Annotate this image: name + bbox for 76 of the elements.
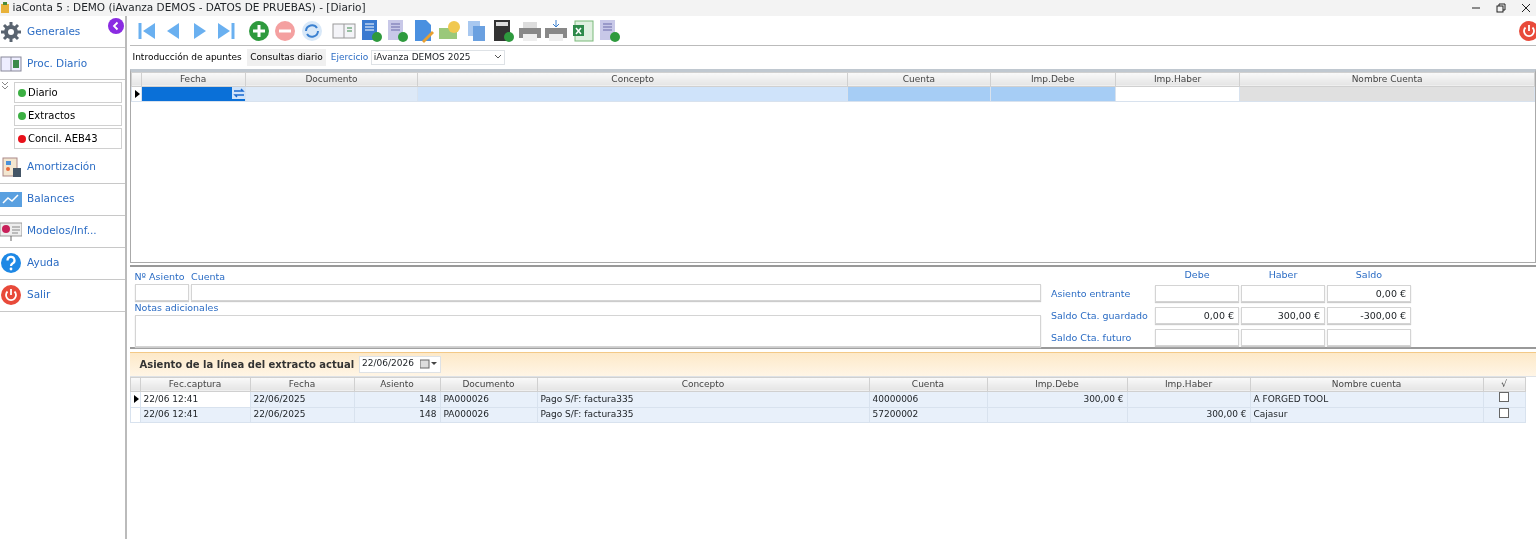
row-pointer-icon <box>133 395 139 403</box>
column-header: Debe <box>1183 270 1211 281</box>
amount-field: -300,00 € <box>1327 307 1411 325</box>
tab[interactable]: Consultas diario <box>247 48 326 66</box>
column-header: √ <box>1483 377 1525 392</box>
dropdown-icon <box>493 54 502 61</box>
column-header: Haber <box>1267 270 1299 281</box>
restore-icon[interactable] <box>1496 3 1506 13</box>
exit-item[interactable]: Salir <box>0 279 125 312</box>
sidebar-item[interactable]: Balances <box>0 183 125 216</box>
sidebar-subitem[interactable]: Extractos <box>14 105 122 126</box>
column-header: Fec.captura <box>140 377 250 392</box>
column-header: Cuenta <box>847 72 991 87</box>
row-label: Saldo Cta. guardado <box>1051 308 1149 323</box>
column-header: Documento <box>245 72 418 87</box>
row-label: Asiento entrante <box>1051 286 1132 301</box>
column-header: Documento <box>440 377 537 392</box>
printer-icon[interactable] <box>544 18 568 43</box>
table-row[interactable]: 22/06 12:41 22/06/2025 148 PA000026 Pago S/F: factura335 40000006 300,00 € A FORGED TOOL <box>130 391 1525 407</box>
close-icon[interactable] <box>1521 3 1531 13</box>
row-label: Saldo Cta. futuro <box>1051 330 1133 345</box>
column-header: Concepto <box>417 72 848 87</box>
sidebar-item[interactable]: Ayuda <box>0 247 125 280</box>
collapse-button[interactable] <box>108 18 124 34</box>
refresh-icon[interactable] <box>299 18 324 43</box>
checkbox[interactable] <box>1499 392 1509 402</box>
column-header: Nombre Cuenta <box>1239 72 1535 87</box>
column-header: Cuenta <box>869 377 987 392</box>
field-label: Ejercicio <box>330 50 369 64</box>
field-label: Cuenta <box>191 269 227 284</box>
date-field[interactable]: 22/06/2026 <box>359 355 442 373</box>
column-header: Fecha <box>250 377 354 392</box>
section-title: Asiento de la línea del extracto actual <box>139 357 355 372</box>
amount-field: 300,00 € <box>1241 307 1325 325</box>
column-header: Imp.Haber <box>1127 377 1250 392</box>
list-add-icon[interactable] <box>597 18 621 43</box>
exercise-select[interactable]: iAvanza DEMOS 2025 <box>370 49 505 65</box>
sidebar-item[interactable]: Proc. Diario <box>0 48 125 80</box>
presentation-icon <box>0 220 22 242</box>
entry-number-field[interactable] <box>134 283 189 301</box>
account-field[interactable] <box>191 283 1041 301</box>
help-icon <box>0 252 22 274</box>
column-header: Imp.Debe <box>990 72 1116 87</box>
app-icon <box>0 2 10 14</box>
gear-icon <box>0 20 22 43</box>
swap-icon[interactable] <box>231 87 245 99</box>
sidebar-subitem[interactable]: Diario <box>14 82 122 103</box>
sidebar-subitem[interactable]: Concil. AEB43 <box>14 128 122 149</box>
column-header: Nombre cuenta <box>1250 377 1483 392</box>
spreadsheet-icon[interactable] <box>570 18 595 43</box>
amount-field: 0,00 € <box>1155 307 1239 325</box>
calculator-icon <box>0 156 22 178</box>
remove-icon[interactable] <box>273 18 297 43</box>
column-header: Fecha <box>141 72 246 87</box>
field-label: Nº Asiento <box>134 269 186 284</box>
power-icon[interactable] <box>1518 19 1536 42</box>
column-header: Imp.Debe <box>987 377 1127 392</box>
power-icon <box>0 284 22 306</box>
table-row[interactable]: 22/06 12:41 22/06/2025 148 PA000026 Pago S/F: factura335 57200002 300,00 € Cajasur <box>130 407 1525 423</box>
sidebar-item[interactable]: Generales <box>0 16 125 48</box>
checkbox[interactable] <box>1499 407 1509 418</box>
notes-field[interactable] <box>134 315 1041 347</box>
sidebar-item[interactable]: Amortización <box>0 151 125 184</box>
expand-icon[interactable] <box>2 82 8 90</box>
amount-field: 0,00 € <box>1327 285 1411 303</box>
column-header: Saldo <box>1354 270 1384 281</box>
field-label: Notas adicionales <box>134 300 220 315</box>
window-title: iaConta 5 : DEMO (iAvanza DEMOS - DATOS DE PRUEBAS) - [Diario] <box>12 0 366 16</box>
column-header: Imp.Haber <box>1115 72 1240 87</box>
sidebar-item[interactable]: Modelos/Inf... <box>0 215 125 248</box>
list-add-icon[interactable] <box>385 18 409 43</box>
column-header: Asiento <box>354 377 440 392</box>
calculator-icon[interactable] <box>491 18 515 43</box>
column-header: Concepto <box>537 377 869 392</box>
add-icon[interactable] <box>246 18 271 43</box>
calendar-icon[interactable] <box>420 359 439 369</box>
